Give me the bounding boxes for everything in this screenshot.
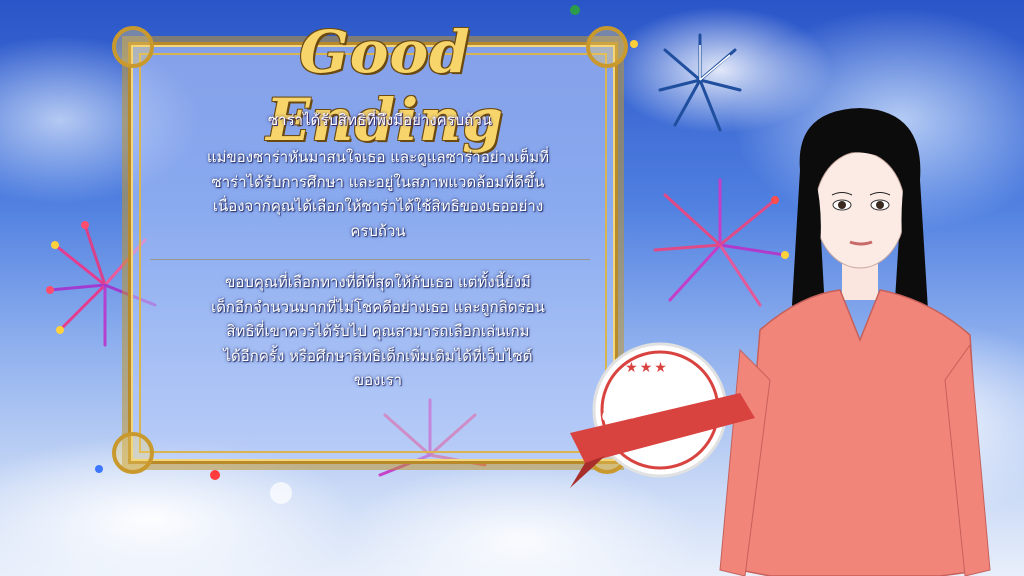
sparkle [570, 5, 580, 15]
sparkle [630, 40, 638, 48]
story-line: ซาร่าได้รับการศึกษา และอยู่ในสภาพแวดล้อม… [211, 172, 545, 191]
game-scene: Good Ending ซาร่าได้รับสิทธิที่พึงมีอย่า… [0, 0, 1024, 576]
ending-subtitle: ซาร่าได้รับสิทธิที่พึงมีอย่างครบถ้วน [267, 111, 493, 129]
story-line: ขอบคุณที่เลือกทางที่ดีที่สุดให้กับเธอ แต… [225, 273, 531, 291]
story-line: ได้อีกครั้ง หรือศึกษาสิทธิเด็กเพิ่มเติมไ… [223, 346, 533, 365]
sparkle [95, 465, 103, 473]
frame-ornament [112, 26, 154, 68]
story-line: สิทธิที่เขาควรได้รับไป คุณสามารถเลือกเล่… [226, 322, 530, 340]
story-paragraph-2: ขอบคุณที่เลือกทางที่ดีที่สุดให้กับเธอ แต… [158, 270, 598, 393]
sparkle [270, 482, 292, 504]
story-line: ของเรา [353, 371, 403, 389]
story-line: แม่ของซาร่าหันมาสนใจเธอ และดูแลซาร่าอย่า… [206, 148, 550, 166]
sparkle [210, 470, 220, 480]
story-line: ครบถ้วน [350, 221, 406, 240]
story-line: เนื่องจากคุณได้เลือกให้ซาร่าได้ใช้สิทธิข… [212, 197, 544, 215]
frame-ornament [112, 432, 154, 474]
ending-title: Good Ending [266, 18, 504, 154]
story-paragraph-1: แม่ของซาร่าหันมาสนใจเธอ และดูแลซาร่าอย่า… [158, 145, 598, 243]
section-divider [150, 259, 590, 260]
story-line: เด็กอีกจำนวนมากที่ไม่โชคดีอย่างเธอ และถู… [211, 297, 545, 316]
badge-stars: ★★★ [625, 360, 669, 376]
